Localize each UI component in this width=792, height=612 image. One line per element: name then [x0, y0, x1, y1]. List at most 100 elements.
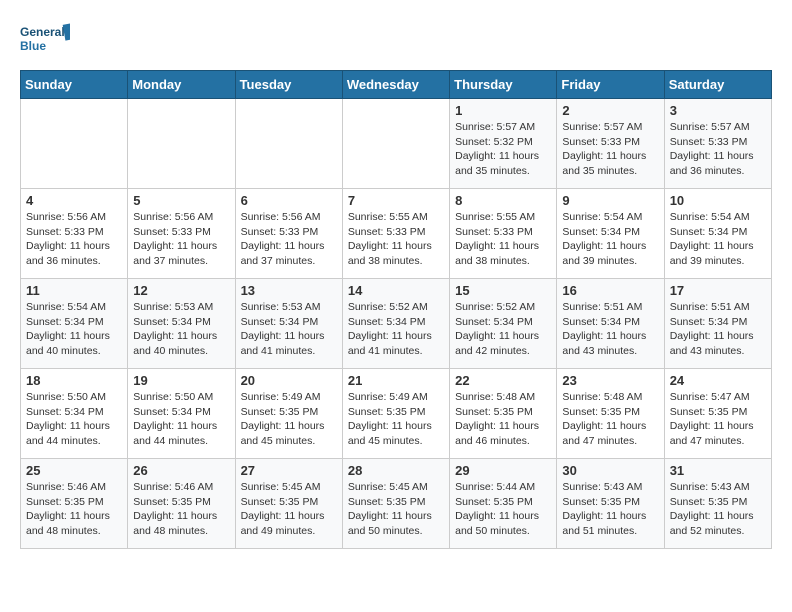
- calendar-cell: 1 Sunrise: 5:57 AMSunset: 5:32 PMDaylight…: [450, 99, 557, 189]
- day-info: Sunrise: 5:57 AMSunset: 5:33 PMDaylight:…: [562, 120, 658, 179]
- page-header: General Blue: [20, 20, 772, 60]
- calendar-cell: 14 Sunrise: 5:52 AMSunset: 5:34 PMDayligh…: [342, 279, 449, 369]
- calendar-cell: 25Sunrise: 5:46 AMSunset: 5:35 PMDayligh…: [21, 459, 128, 549]
- weekday-header-row: SundayMondayTuesdayWednesdayThursdayFrid…: [21, 71, 772, 99]
- day-info: Sunrise: 5:54 AMSunset: 5:34 PMDaylight:…: [562, 210, 658, 269]
- calendar-cell: 11Sunrise: 5:54 AMSunset: 5:34 PMDayligh…: [21, 279, 128, 369]
- day-number: 31: [670, 463, 766, 478]
- weekday-header-friday: Friday: [557, 71, 664, 99]
- day-info: Sunrise: 5:49 AMSunset: 5:35 PMDaylight:…: [348, 390, 444, 449]
- calendar-cell: 21Sunrise: 5:49 AMSunset: 5:35 PMDayligh…: [342, 369, 449, 459]
- day-number: 5: [133, 193, 229, 208]
- weekday-header-saturday: Saturday: [664, 71, 771, 99]
- calendar-cell: 24Sunrise: 5:47 AMSunset: 5:35 PMDayligh…: [664, 369, 771, 459]
- day-info: Sunrise: 5:50 AMSunset: 5:34 PMDaylight:…: [26, 390, 122, 449]
- day-info: Sunrise: 5:45 AMSunset: 5:35 PMDaylight:…: [348, 480, 444, 539]
- calendar-cell: 2 Sunrise: 5:57 AMSunset: 5:33 PMDaylight…: [557, 99, 664, 189]
- calendar-cell: 30Sunrise: 5:43 AMSunset: 5:35 PMDayligh…: [557, 459, 664, 549]
- day-number: 26: [133, 463, 229, 478]
- day-number: 8: [455, 193, 551, 208]
- day-number: 1: [455, 103, 551, 118]
- day-info: Sunrise: 5:56 AMSunset: 5:33 PMDaylight:…: [133, 210, 229, 269]
- calendar-cell: 18 Sunrise: 5:50 AMSunset: 5:34 PMDayligh…: [21, 369, 128, 459]
- calendar-week-row: 18 Sunrise: 5:50 AMSunset: 5:34 PMDayligh…: [21, 369, 772, 459]
- calendar-cell: 3 Sunrise: 5:57 AMSunset: 5:33 PMDaylight…: [664, 99, 771, 189]
- logo: General Blue: [20, 20, 70, 60]
- day-number: 19: [133, 373, 229, 388]
- day-number: 13: [241, 283, 337, 298]
- calendar-cell: 9 Sunrise: 5:54 AMSunset: 5:34 PMDaylight…: [557, 189, 664, 279]
- day-number: 15: [455, 283, 551, 298]
- weekday-header-monday: Monday: [128, 71, 235, 99]
- calendar-cell: 28 Sunrise: 5:45 AMSunset: 5:35 PMDayligh…: [342, 459, 449, 549]
- day-number: 9: [562, 193, 658, 208]
- day-number: 25: [26, 463, 122, 478]
- calendar-cell: 12 Sunrise: 5:53 AMSunset: 5:34 PMDayligh…: [128, 279, 235, 369]
- weekday-header-sunday: Sunday: [21, 71, 128, 99]
- calendar-cell: 17 Sunrise: 5:51 AMSunset: 5:34 PMDayligh…: [664, 279, 771, 369]
- calendar-cell: 26Sunrise: 5:46 AMSunset: 5:35 PMDayligh…: [128, 459, 235, 549]
- calendar-cell: [128, 99, 235, 189]
- day-info: Sunrise: 5:51 AMSunset: 5:34 PMDaylight:…: [562, 300, 658, 359]
- day-number: 14: [348, 283, 444, 298]
- day-info: Sunrise: 5:48 AMSunset: 5:35 PMDaylight:…: [455, 390, 551, 449]
- calendar-cell: 20 Sunrise: 5:49 AMSunset: 5:35 PMDayligh…: [235, 369, 342, 459]
- day-number: 4: [26, 193, 122, 208]
- day-info: Sunrise: 5:45 AMSunset: 5:35 PMDaylight:…: [241, 480, 337, 539]
- calendar-cell: 7 Sunrise: 5:55 AMSunset: 5:33 PMDaylight…: [342, 189, 449, 279]
- day-info: Sunrise: 5:43 AMSunset: 5:35 PMDaylight:…: [670, 480, 766, 539]
- day-number: 10: [670, 193, 766, 208]
- calendar-cell: 16 Sunrise: 5:51 AMSunset: 5:34 PMDayligh…: [557, 279, 664, 369]
- calendar-cell: 6 Sunrise: 5:56 AMSunset: 5:33 PMDaylight…: [235, 189, 342, 279]
- day-info: Sunrise: 5:44 AMSunset: 5:35 PMDaylight:…: [455, 480, 551, 539]
- day-number: 18: [26, 373, 122, 388]
- day-number: 11: [26, 283, 122, 298]
- day-info: Sunrise: 5:50 AMSunset: 5:34 PMDaylight:…: [133, 390, 229, 449]
- calendar-cell: 22Sunrise: 5:48 AMSunset: 5:35 PMDayligh…: [450, 369, 557, 459]
- day-info: Sunrise: 5:55 AMSunset: 5:33 PMDaylight:…: [348, 210, 444, 269]
- day-info: Sunrise: 5:57 AMSunset: 5:33 PMDaylight:…: [670, 120, 766, 179]
- day-info: Sunrise: 5:51 AMSunset: 5:34 PMDaylight:…: [670, 300, 766, 359]
- weekday-header-tuesday: Tuesday: [235, 71, 342, 99]
- day-info: Sunrise: 5:48 AMSunset: 5:35 PMDaylight:…: [562, 390, 658, 449]
- calendar-cell: 10 Sunrise: 5:54 AMSunset: 5:34 PMDayligh…: [664, 189, 771, 279]
- day-number: 2: [562, 103, 658, 118]
- calendar-cell: 19 Sunrise: 5:50 AMSunset: 5:34 PMDayligh…: [128, 369, 235, 459]
- day-number: 29: [455, 463, 551, 478]
- day-number: 17: [670, 283, 766, 298]
- day-info: Sunrise: 5:53 AMSunset: 5:34 PMDaylight:…: [241, 300, 337, 359]
- day-info: Sunrise: 5:57 AMSunset: 5:32 PMDaylight:…: [455, 120, 551, 179]
- calendar-cell: 4Sunrise: 5:56 AMSunset: 5:33 PMDaylight…: [21, 189, 128, 279]
- day-info: Sunrise: 5:52 AMSunset: 5:34 PMDaylight:…: [455, 300, 551, 359]
- calendar-week-row: 1 Sunrise: 5:57 AMSunset: 5:32 PMDaylight…: [21, 99, 772, 189]
- calendar-week-row: 11Sunrise: 5:54 AMSunset: 5:34 PMDayligh…: [21, 279, 772, 369]
- calendar-cell: 5 Sunrise: 5:56 AMSunset: 5:33 PMDaylight…: [128, 189, 235, 279]
- day-number: 20: [241, 373, 337, 388]
- calendar-cell: 23 Sunrise: 5:48 AMSunset: 5:35 PMDayligh…: [557, 369, 664, 459]
- calendar-cell: 27Sunrise: 5:45 AMSunset: 5:35 PMDayligh…: [235, 459, 342, 549]
- day-info: Sunrise: 5:53 AMSunset: 5:34 PMDaylight:…: [133, 300, 229, 359]
- calendar-cell: [235, 99, 342, 189]
- calendar-cell: 29 Sunrise: 5:44 AMSunset: 5:35 PMDayligh…: [450, 459, 557, 549]
- day-number: 16: [562, 283, 658, 298]
- calendar-cell: [21, 99, 128, 189]
- day-info: Sunrise: 5:54 AMSunset: 5:34 PMDaylight:…: [670, 210, 766, 269]
- day-number: 28: [348, 463, 444, 478]
- calendar-week-row: 25Sunrise: 5:46 AMSunset: 5:35 PMDayligh…: [21, 459, 772, 549]
- day-number: 12: [133, 283, 229, 298]
- calendar-cell: [342, 99, 449, 189]
- day-info: Sunrise: 5:56 AMSunset: 5:33 PMDaylight:…: [241, 210, 337, 269]
- weekday-header-thursday: Thursday: [450, 71, 557, 99]
- day-number: 24: [670, 373, 766, 388]
- day-info: Sunrise: 5:55 AMSunset: 5:33 PMDaylight:…: [455, 210, 551, 269]
- weekday-header-wednesday: Wednesday: [342, 71, 449, 99]
- calendar-week-row: 4 Sunrise: 5:56 AMSunset: 5:33 PMDaylight…: [21, 189, 772, 279]
- calendar-cell: 31 Sunrise: 5:43 AMSunset: 5:35 PMDayligh…: [664, 459, 771, 549]
- day-number: 7: [348, 193, 444, 208]
- day-number: 6: [241, 193, 337, 208]
- day-number: 23: [562, 373, 658, 388]
- day-info: Sunrise: 5:52 AMSunset: 5:34 PMDaylight:…: [348, 300, 444, 359]
- day-number: 3: [670, 103, 766, 118]
- calendar-cell: 13 Sunrise: 5:53 AMSunset: 5:34 PMDayligh…: [235, 279, 342, 369]
- day-info: Sunrise: 5:49 AMSunset: 5:35 PMDaylight:…: [241, 390, 337, 449]
